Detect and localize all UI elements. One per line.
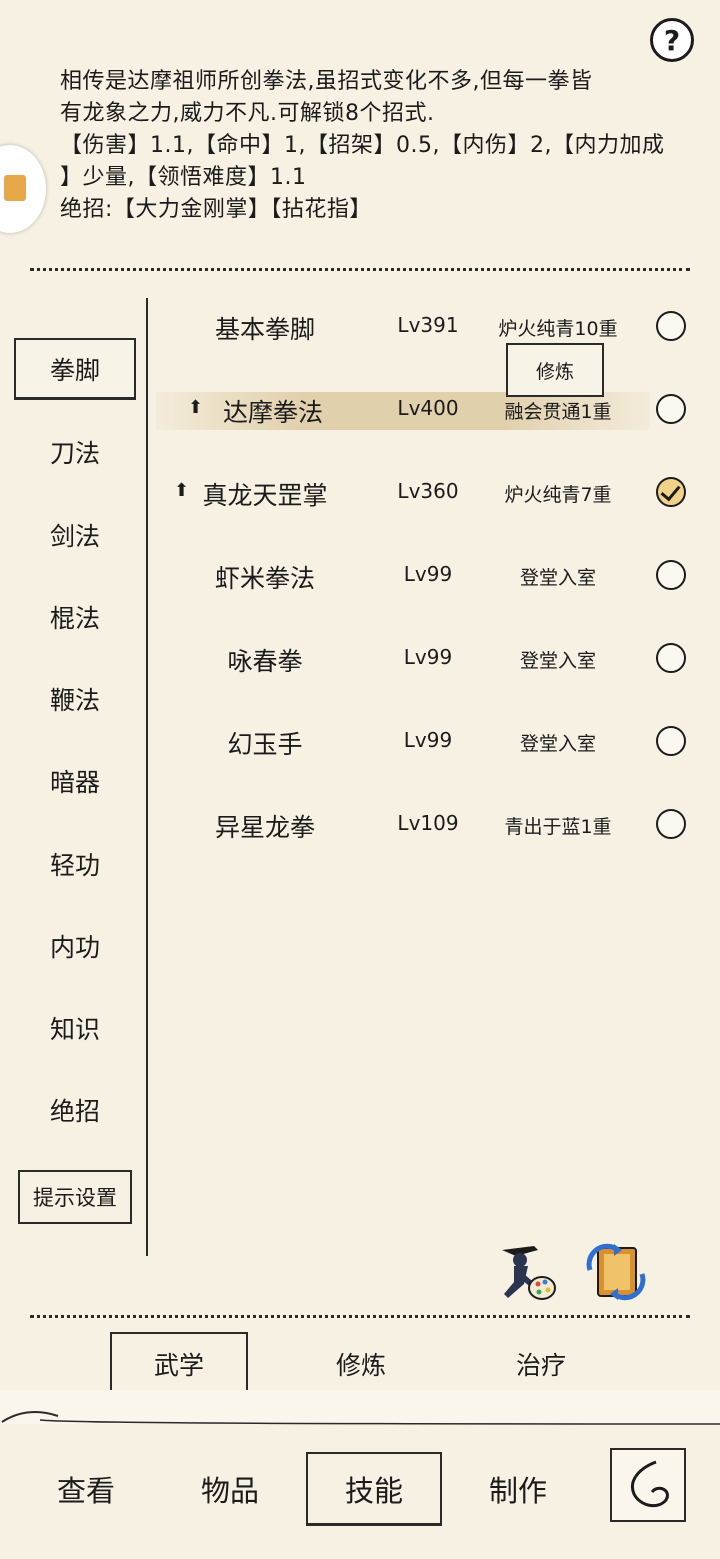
skill-rank: 炉火纯青10重 (498, 318, 618, 340)
category-daofa[interactable]: 刀法 (14, 421, 136, 483)
category-bianfa[interactable]: 鞭法 (14, 668, 136, 730)
skill-level: Lv99 (403, 562, 453, 586)
skill-row[interactable]: 咏春拳 Lv99 登堂入室 (150, 628, 710, 692)
category-gunfa[interactable]: 棍法 (14, 586, 136, 648)
skill-rank: 融会贯通1重 (504, 401, 612, 423)
skill-name: 基本拳脚 (214, 315, 315, 344)
tab-xiulian[interactable]: 修炼 (292, 1332, 430, 1396)
skill-row[interactable]: ⬆ 真龙天罡掌 Lv360 炉火纯青7重 (150, 462, 710, 526)
category-qinggong[interactable]: 轻功 (14, 833, 136, 895)
bottom-tab-craft[interactable]: 制作 (462, 1452, 574, 1526)
train-button[interactable]: 修炼 (506, 343, 604, 397)
tab-wuxue[interactable]: 武学 (110, 1332, 248, 1396)
description-line: 【伤害】1.1,【命中】1,【招架】0.5,【内伤】2,【内力加成 (60, 133, 665, 158)
equip-radio[interactable] (656, 560, 686, 590)
skill-level: Lv360 (397, 479, 459, 503)
category-juezhao[interactable]: 绝招 (14, 1079, 136, 1141)
skill-level: Lv400 (397, 396, 459, 420)
app-icon (4, 175, 26, 201)
equip-radio[interactable] (656, 311, 686, 341)
skill-name: 真龙天罡掌 (202, 481, 328, 510)
skill-rank: 青出于蓝1重 (504, 816, 612, 838)
skill-row[interactable]: 基本拳脚 Lv391 炉火纯青10重 (150, 296, 710, 360)
divider (30, 268, 690, 271)
tab-zhiliao[interactable]: 治疗 (472, 1332, 610, 1396)
back-button[interactable] (610, 1448, 686, 1522)
description-line: 有龙象之力,威力不凡.可解锁8个招式. (60, 101, 435, 126)
category-jianfa[interactable]: 剑法 (14, 504, 136, 566)
skill-row[interactable]: 异星龙拳 Lv109 青出于蓝1重 (150, 794, 710, 858)
ninja-palette-icon[interactable] (494, 1240, 558, 1304)
equip-radio[interactable] (656, 726, 686, 756)
skill-name: 达摩拳法 (222, 398, 323, 427)
description-line: 相传是达摩祖师所创拳法,虽招式变化不多,但每一拳皆 (60, 69, 593, 94)
skill-level: Lv391 (397, 313, 459, 337)
skill-name: 咏春拳 (227, 647, 303, 676)
bottom-tab-skills[interactable]: 技能 (306, 1452, 442, 1526)
bottom-tab-items[interactable]: 物品 (174, 1452, 286, 1526)
divider (30, 1315, 690, 1318)
skill-name: 幻玉手 (227, 730, 303, 759)
skill-rank: 炉火纯青7重 (504, 484, 612, 506)
skill-rank: 登堂入室 (519, 733, 596, 755)
skill-level: Lv109 (397, 811, 459, 835)
skill-name: 异星龙拳 (214, 813, 315, 842)
bottom-tab-view[interactable]: 查看 (30, 1452, 142, 1526)
equip-radio[interactable] (656, 643, 686, 673)
hint-settings-button[interactable]: 提示设置 (18, 1170, 132, 1224)
skill-name: 虾米拳法 (214, 564, 315, 593)
equip-radio[interactable] (656, 809, 686, 839)
skill-level: Lv99 (403, 728, 453, 752)
equip-radio-checked[interactable] (656, 477, 686, 507)
category-quanjiao[interactable]: 拳脚 (14, 338, 136, 400)
back-swirl-icon (631, 1460, 669, 1508)
category-zhishi[interactable]: 知识 (14, 997, 136, 1059)
skill-rank: 登堂入室 (519, 650, 596, 672)
skill-row[interactable]: 幻玉手 Lv99 登堂入室 (150, 711, 710, 775)
skill-rank: 登堂入室 (519, 567, 596, 589)
skill-description: 相传是达摩祖师所创拳法,虽招式变化不多,但每一拳皆 有龙象之力,威力不凡.可解锁… (60, 66, 680, 226)
skill-row[interactable]: ⬆ 达摩拳法 Lv400 融会贯通1重 (150, 379, 710, 443)
category-neigong[interactable]: 内功 (14, 915, 136, 977)
equip-radio[interactable] (656, 394, 686, 424)
description-line: 绝招:【大力金刚掌】【拈花指】 (60, 197, 372, 222)
skill-row[interactable]: 虾米拳法 Lv99 登堂入室 (150, 545, 710, 609)
description-line: 】少量,【领悟难度】1.1 (60, 165, 307, 190)
help-button[interactable]: ? (650, 18, 694, 62)
floating-assist-button[interactable] (0, 145, 46, 233)
category-anqi[interactable]: 暗器 (14, 750, 136, 812)
book-swap-icon[interactable] (584, 1240, 648, 1304)
sidebar-divider (146, 298, 148, 1256)
skill-level: Lv99 (403, 645, 453, 669)
